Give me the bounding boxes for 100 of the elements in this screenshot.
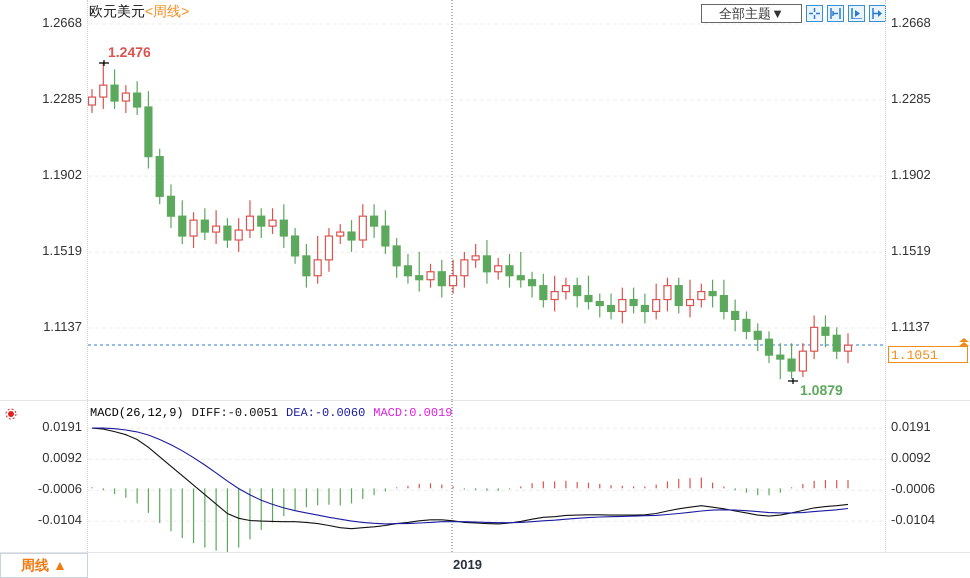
candle (324, 228, 334, 272)
candle (494, 258, 502, 280)
play-button[interactable] (848, 5, 865, 22)
candle (787, 343, 796, 379)
candle (776, 343, 784, 380)
candle (99, 62, 108, 109)
candle (358, 204, 367, 248)
macd-axis-label: -0.0006 (38, 481, 82, 496)
candle (314, 236, 322, 284)
price-axis-label: 1.2668 (42, 15, 82, 30)
price-axis-label: 1.1137 (891, 318, 930, 334)
macd-axis-label: 0.0191 (891, 419, 931, 434)
up-arrow-icon (959, 338, 969, 346)
settings-icon[interactable] (3, 406, 19, 422)
candle (166, 184, 176, 228)
candle (336, 224, 344, 244)
x-axis-label: 2019 (453, 557, 482, 572)
candle (212, 210, 220, 244)
macd-axis-label: 0.0191 (42, 419, 82, 434)
candle (404, 254, 412, 284)
candle (562, 278, 570, 300)
candle (482, 240, 492, 284)
candle (472, 244, 480, 268)
candle (640, 294, 649, 324)
high-price-label: 1.2476 (108, 44, 151, 60)
candle (821, 315, 830, 348)
candle (448, 260, 458, 294)
candle (302, 244, 310, 288)
period-title: <周线> (145, 3, 190, 21)
candle (392, 238, 401, 278)
candle (573, 278, 582, 308)
zoom-out-button[interactable] (827, 5, 844, 22)
bar-play-icon (851, 8, 862, 19)
candle (291, 228, 300, 264)
candle (798, 343, 807, 377)
candle (200, 208, 209, 240)
candle (708, 280, 717, 308)
macd-legend-title: MACD(26,12,9) (90, 406, 184, 420)
bracket-arrows-icon (830, 8, 841, 19)
candle (528, 272, 536, 298)
candle (370, 204, 378, 238)
price-axis-label: 1.2668 (891, 15, 931, 30)
current-price-label: 1.1051 (888, 346, 968, 363)
candle (754, 323, 762, 352)
candle (505, 254, 514, 288)
low-marker-icon (787, 377, 799, 385)
candle (539, 274, 548, 308)
macd-axis-label: -0.0006 (891, 481, 936, 496)
price-axis-label: 1.1519 (42, 243, 82, 258)
candle (110, 69, 119, 109)
candle (720, 280, 728, 320)
candle (347, 220, 356, 252)
price-axis-label: 1.1137 (43, 318, 82, 334)
candle (810, 315, 818, 360)
candle (731, 300, 740, 332)
candle (663, 278, 672, 312)
symbol-title: 欧元美元 (89, 3, 145, 21)
price-axis-label: 1.2285 (891, 91, 931, 106)
candle (652, 284, 660, 320)
candle (156, 148, 164, 204)
candle (630, 288, 638, 314)
price-axis-label: 1.1519 (891, 243, 931, 258)
macd-axis-label: -0.0104 (891, 512, 936, 528)
candle (415, 252, 424, 292)
candle (674, 278, 683, 314)
macd-legend-text: DIFF:-0.0051 (192, 406, 278, 420)
candle (460, 252, 468, 288)
candle (178, 200, 186, 244)
candle (223, 218, 232, 248)
candle (257, 208, 266, 238)
theme-dropdown[interactable]: 全部主题▼ (701, 4, 802, 23)
price-axis-label: 1.2285 (42, 91, 82, 106)
price-axis-label: 1.1902 (42, 167, 82, 182)
go-to-end-button[interactable] (869, 5, 886, 22)
macd-axis-label: 0.0092 (891, 450, 931, 466)
candle (133, 81, 142, 115)
crosshair-button[interactable] (806, 5, 823, 22)
crosshair-icon (809, 8, 820, 19)
macd-axis-label: 0.0092 (42, 450, 82, 466)
candle (438, 260, 446, 298)
candle (697, 284, 706, 308)
candle (516, 252, 525, 288)
candle (764, 331, 774, 364)
candle (618, 288, 626, 324)
macd-legend-text: MACD:0.0019 (373, 406, 452, 420)
candle (426, 264, 435, 288)
candle (596, 294, 604, 318)
low-price-label: 1.0879 (800, 382, 843, 398)
candle (550, 276, 559, 312)
candle (280, 204, 288, 248)
candle (742, 311, 751, 340)
candle (246, 200, 254, 238)
price-axis-label: 1.1902 (891, 167, 931, 182)
candle (189, 212, 198, 248)
arrow-to-bar-icon (872, 8, 883, 19)
candle (606, 294, 616, 320)
candle (268, 208, 277, 234)
candle (686, 280, 694, 318)
high-marker-icon (98, 59, 110, 67)
macd-legend-text: DEA:-0.0060 (286, 406, 366, 420)
